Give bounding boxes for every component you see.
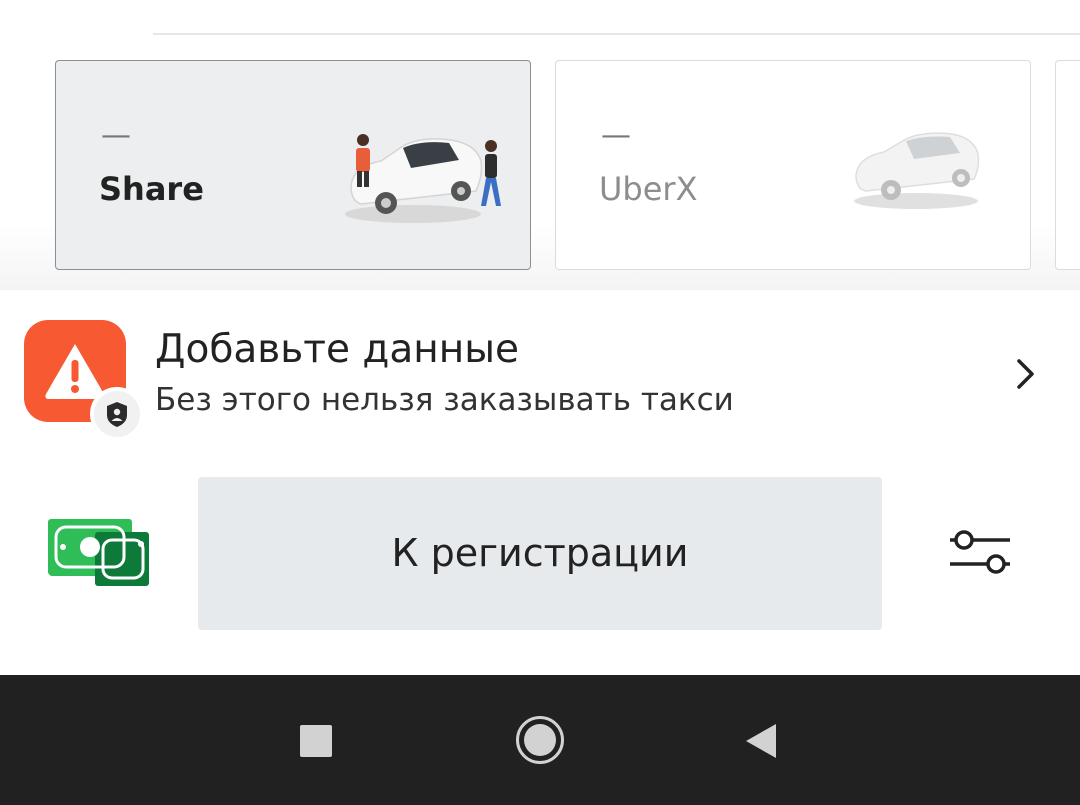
system-navigation-bar: [0, 675, 1080, 805]
uberx-car-image: [854, 132, 980, 209]
alert-icon-container: [24, 320, 144, 441]
action-row: К регистрации: [0, 450, 1080, 675]
alert-title: Добавьте данные: [155, 327, 520, 372]
ride-price: —: [601, 118, 631, 153]
ride-card-uberx[interactable]: — UberX: [555, 60, 1031, 270]
alert-subtitle: Без этого нельзя заказывать такси: [155, 382, 734, 418]
shield-badge: [90, 387, 144, 441]
circle-icon[interactable]: [516, 716, 564, 764]
share-car-image: [345, 134, 501, 223]
shield-icon: [107, 402, 127, 427]
square-icon[interactable]: [300, 725, 332, 757]
filter-sliders-icon[interactable]: [945, 522, 1015, 582]
triangle-back-icon[interactable]: [744, 722, 778, 760]
ride-options-carousel[interactable]: — Share — UberX: [0, 35, 1080, 290]
register-button[interactable]: К регистрации: [198, 477, 882, 630]
ride-card-share[interactable]: — Share: [55, 60, 531, 270]
home-button-inner: [524, 724, 556, 756]
ride-price: —: [101, 118, 131, 153]
cash-icon[interactable]: [48, 518, 150, 588]
add-details-alert[interactable]: Добавьте данные Без этого нельзя заказыв…: [0, 290, 1080, 450]
ride-name: UberX: [599, 170, 698, 208]
chevron-right-icon[interactable]: [1010, 356, 1040, 392]
ride-name: Share: [99, 170, 204, 208]
ride-card-next[interactable]: [1055, 60, 1080, 270]
